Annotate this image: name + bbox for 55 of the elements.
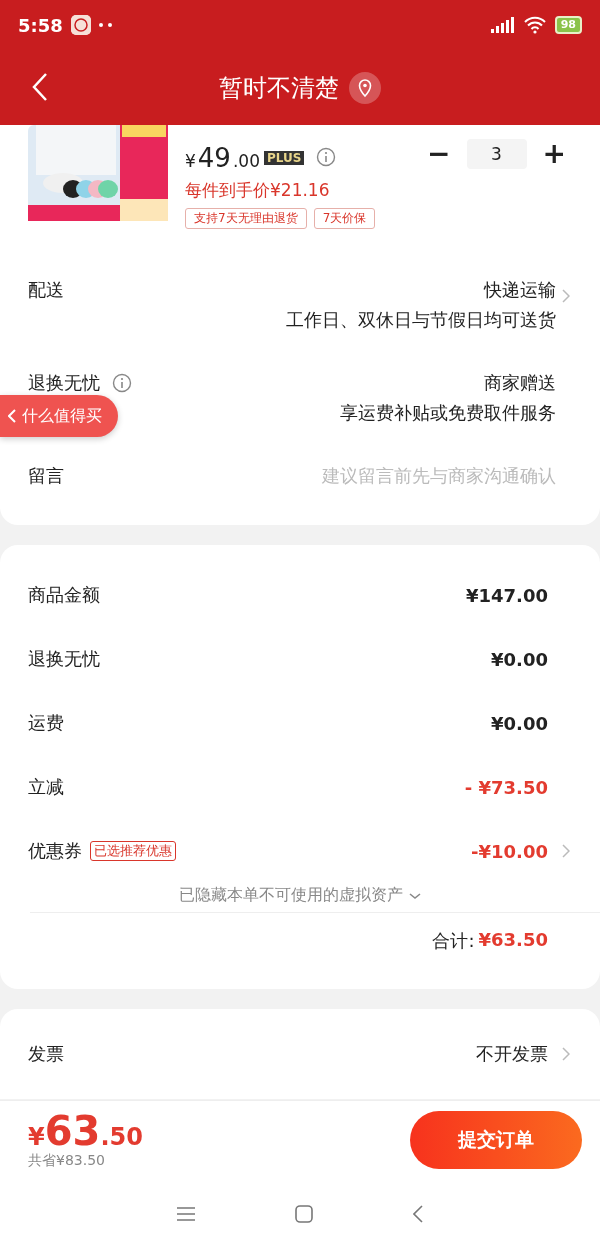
service-tag: 7天价保 (313, 208, 376, 229)
signal-icon (490, 17, 515, 33)
option-label: 配送 (28, 278, 64, 302)
currency-symbol: ¥ (185, 151, 196, 171)
summary-value: -¥10.00 (471, 840, 548, 862)
app-notification-icon (70, 15, 91, 35)
total-value: ¥63.50 (478, 929, 548, 952)
back-icon[interactable] (413, 1205, 423, 1223)
option-label: 退换无忧 (28, 371, 100, 395)
more-dots-icon (98, 23, 113, 27)
status-time: 5:58 (18, 14, 63, 36)
price-integer: 63 (44, 1110, 101, 1152)
summary-value: ¥0.00 (491, 648, 548, 670)
invoice-label: 发票 (28, 1042, 64, 1066)
page-title: 暂时不清楚 (219, 72, 339, 104)
summary-label: 退换无忧 (28, 647, 100, 671)
chevron-right-icon (562, 1047, 570, 1061)
plus-badge: PLUS (263, 151, 305, 165)
summary-label: 优惠券 (28, 839, 82, 863)
option-label: 留言 (28, 464, 64, 488)
option-value: 快递运输 (484, 278, 556, 302)
quantity-field[interactable]: 3 (466, 138, 527, 169)
decrease-button[interactable]: − (421, 137, 457, 170)
info-icon[interactable] (112, 373, 132, 393)
menu-icon[interactable] (177, 1206, 195, 1222)
increase-button[interactable]: + (536, 137, 572, 170)
option-value: 商家赠送 (484, 371, 556, 395)
currency-symbol: ¥ (28, 1123, 45, 1151)
summary-value: - ¥73.50 (464, 776, 548, 798)
home-square-icon[interactable] (295, 1205, 313, 1223)
summary-label: 运费 (28, 711, 64, 735)
hidden-assets-note[interactable]: 已隐藏本单不可使用的虚拟资产 (179, 885, 403, 906)
savings-text: 共省¥83.50 (28, 1152, 106, 1170)
summary-label: 商品金额 (28, 583, 100, 607)
price-decimal: .00 (232, 151, 260, 171)
total-label: 合计: (432, 929, 475, 953)
price-decimal: .50 (100, 1123, 143, 1151)
summary-value: ¥0.00 (491, 712, 548, 734)
option-value: 工作日、双休日与节假日均可送货 (286, 308, 556, 332)
option-value: 享运费补贴或免费取件服务 (340, 401, 556, 425)
wifi-icon (522, 16, 547, 34)
location-pin-icon[interactable] (349, 71, 381, 104)
invoice-value[interactable]: 不开发票 (476, 1042, 548, 1066)
chevron-down-icon[interactable] (409, 891, 421, 900)
summary-value: ¥147.00 (466, 584, 548, 606)
service-tag: 支持7天无理由退货 (185, 208, 307, 229)
chevron-left-icon (8, 409, 16, 423)
chevron-right-icon (562, 844, 570, 858)
chevron-right-icon (562, 289, 570, 303)
coupon-badge: 已选推荐优惠 (90, 841, 176, 861)
summary-label: 立减 (28, 775, 64, 799)
battery-indicator: 98 (554, 16, 582, 34)
price-integer: 49 (197, 143, 231, 173)
unit-price: 每件到手价¥21.16 (185, 179, 331, 202)
info-icon[interactable] (316, 147, 337, 167)
